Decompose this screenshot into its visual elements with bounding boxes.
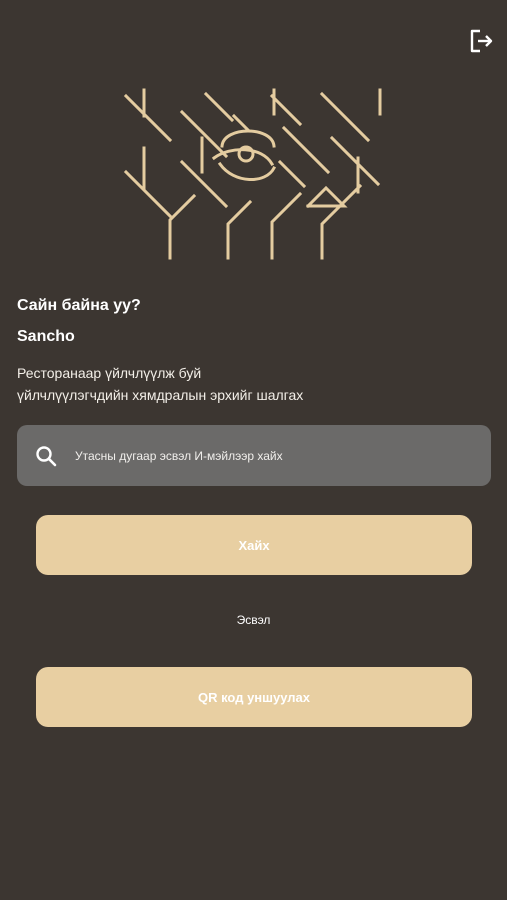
greeting-section: Сайн байна уу? Sancho Ресторанаар үйлчлү… [17, 296, 487, 406]
search-button[interactable]: Хайх [36, 515, 472, 575]
description-line-2: үйлчлүүлэгчдийн хямдралын эрхийг шалгах [17, 387, 304, 403]
greeting-title: Сайн байна уу? [17, 297, 141, 314]
search-icon [36, 445, 57, 466]
logout-icon [470, 29, 493, 53]
greeting-description: Ресторанаар үйлчлүүлж буй үйлчлүүлэгчдий… [17, 362, 487, 406]
search-box[interactable] [17, 425, 491, 486]
search-input[interactable] [75, 440, 491, 471]
or-divider-text: Эсвэл [236, 613, 271, 627]
sancho-logo [122, 88, 386, 260]
scan-qr-button[interactable]: QR код уншуулах [36, 667, 472, 727]
sancho-logo-icon [123, 88, 382, 260]
logout-button[interactable] [466, 26, 496, 56]
restaurant-name: Sancho [17, 328, 75, 345]
description-line-1: Ресторанаар үйлчлүүлж буй [17, 365, 202, 381]
